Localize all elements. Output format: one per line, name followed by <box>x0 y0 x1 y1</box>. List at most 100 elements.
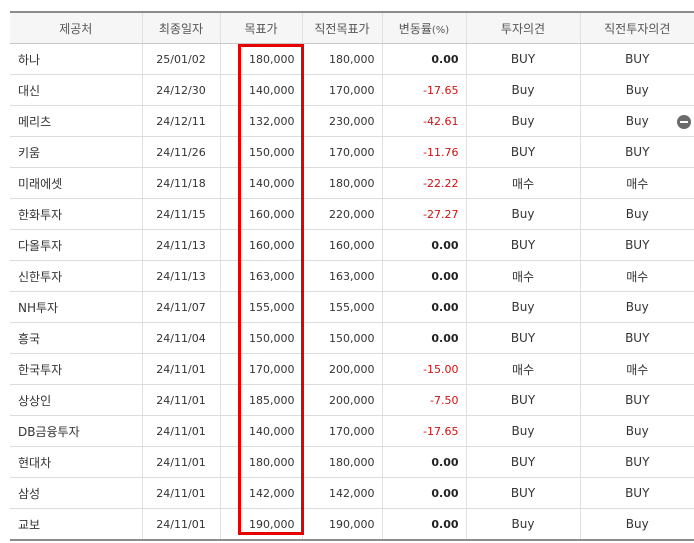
change-rate-cell: -22.22 <box>381 167 466 199</box>
prev-opinion-cell: BUY <box>579 136 694 168</box>
opinion-cell: Buy <box>465 415 580 447</box>
header-change: 변동률(%) <box>381 11 466 44</box>
prev-target-price-cell: 150,000 <box>301 322 382 354</box>
opinion-cell: 매수 <box>465 260 580 292</box>
opinion-cell: Buy <box>465 291 580 323</box>
change-rate-cell: -17.65 <box>381 415 466 447</box>
prev-target-price-cell: 163,000 <box>301 260 382 292</box>
target-price-cell: 140,000 <box>219 74 302 106</box>
date-cell: 24/11/04 <box>141 322 220 354</box>
broker-cell: 대신 <box>10 74 142 106</box>
target-price-cell: 180,000 <box>219 43 302 75</box>
change-rate-cell: 0.00 <box>381 260 466 292</box>
opinion-cell: BUY <box>465 229 580 261</box>
change-rate-cell: -17.65 <box>381 74 466 106</box>
table-row: 현대차 24/11/01 180,000 180,000 0.00 BUY BU… <box>10 446 694 478</box>
broker-cell: 하나 <box>10 43 142 75</box>
table-row: 한화투자 24/11/15 160,000 220,000 -27.27 Buy… <box>10 198 694 230</box>
change-rate-cell: 0.00 <box>381 322 466 354</box>
date-cell: 24/11/13 <box>141 260 220 292</box>
table-row: 교보 24/11/01 190,000 190,000 0.00 Buy Buy <box>10 508 694 541</box>
date-cell: 24/11/07 <box>141 291 220 323</box>
table-header-row: 제공처 최종일자 목표가 직전목표가 변동률(%) 투자의견 직전투자의견 <box>10 11 694 44</box>
header-change-unit: (%) <box>431 24 450 36</box>
broker-cell: 미래에셋 <box>10 167 142 199</box>
target-price-cell: 150,000 <box>219 322 302 354</box>
prev-opinion-cell: BUY <box>579 384 694 416</box>
date-cell: 24/11/26 <box>141 136 220 168</box>
target-price-cell: 170,000 <box>219 353 302 385</box>
prev-opinion-cell: Buy <box>579 415 694 447</box>
change-rate-cell: -7.50 <box>381 384 466 416</box>
broker-cell: NH투자 <box>10 291 142 323</box>
broker-cell: 상상인 <box>10 384 142 416</box>
header-date: 최종일자 <box>141 11 220 44</box>
target-price-cell: 185,000 <box>219 384 302 416</box>
header-target: 목표가 <box>219 11 302 44</box>
date-cell: 24/11/13 <box>141 229 220 261</box>
table-row: 상상인 24/11/01 185,000 200,000 -7.50 BUY B… <box>10 384 694 416</box>
broker-cell: DB금융투자 <box>10 415 142 447</box>
date-cell: 24/12/30 <box>141 74 220 106</box>
table-row: 메리츠 24/12/11 132,000 230,000 -42.61 Buy … <box>10 105 694 137</box>
prev-target-price-cell: 160,000 <box>301 229 382 261</box>
date-cell: 24/11/01 <box>141 446 220 478</box>
opinion-cell: 매수 <box>465 167 580 199</box>
table-row: 삼성 24/11/01 142,000 142,000 0.00 BUY BUY <box>10 477 694 509</box>
opinion-cell: 매수 <box>465 353 580 385</box>
change-rate-cell: 0.00 <box>381 229 466 261</box>
date-cell: 24/11/15 <box>141 198 220 230</box>
prev-opinion-cell: Buy <box>579 508 694 541</box>
opinion-cell: BUY <box>465 384 580 416</box>
broker-cell: 한국투자 <box>10 353 142 385</box>
broker-cell: 메리츠 <box>10 105 142 137</box>
opinion-cell: Buy <box>465 198 580 230</box>
prev-opinion-cell: Buy <box>579 198 694 230</box>
header-broker: 제공처 <box>10 11 142 44</box>
opinion-cell: Buy <box>465 508 580 541</box>
opinion-cell: BUY <box>465 322 580 354</box>
prev-target-price-cell: 155,000 <box>301 291 382 323</box>
header-change-label: 변동률 <box>398 21 432 36</box>
target-price-cell: 163,000 <box>219 260 302 292</box>
change-rate-cell: 0.00 <box>381 291 466 323</box>
change-rate-cell: 0.00 <box>381 43 466 75</box>
date-cell: 25/01/02 <box>141 43 220 75</box>
prev-target-price-cell: 170,000 <box>301 136 382 168</box>
prev-opinion-cell: BUY <box>579 446 694 478</box>
change-rate-cell: 0.00 <box>381 477 466 509</box>
prev-opinion-cell: BUY <box>579 477 694 509</box>
target-price-cell: 140,000 <box>219 415 302 447</box>
date-cell: 24/11/01 <box>141 508 220 541</box>
target-price-cell: 160,000 <box>219 229 302 261</box>
table-row: DB금융투자 24/11/01 140,000 170,000 -17.65 B… <box>10 415 694 447</box>
broker-cell: 한화투자 <box>10 198 142 230</box>
target-price-cell: 140,000 <box>219 167 302 199</box>
target-price-cell: 160,000 <box>219 198 302 230</box>
table-row: 키움 24/11/26 150,000 170,000 -11.76 BUY B… <box>10 136 694 168</box>
opinion-cell: BUY <box>465 136 580 168</box>
broker-cell: 신한투자 <box>10 260 142 292</box>
table-row: 신한투자 24/11/13 163,000 163,000 0.00 매수 매수 <box>10 260 694 292</box>
opinion-cell: BUY <box>465 477 580 509</box>
prev-target-price-cell: 180,000 <box>301 446 382 478</box>
header-prev-target: 직전목표가 <box>301 11 382 44</box>
date-cell: 24/11/01 <box>141 477 220 509</box>
target-price-cell: 155,000 <box>219 291 302 323</box>
date-cell: 24/11/18 <box>141 167 220 199</box>
header-prev-opinion: 직전투자의견 <box>579 11 694 44</box>
minus-circle-icon[interactable] <box>677 115 691 129</box>
target-price-cell: 180,000 <box>219 446 302 478</box>
prev-target-price-cell: 200,000 <box>301 384 382 416</box>
prev-opinion-cell: 매수 <box>579 260 694 292</box>
table-row: 미래에셋 24/11/18 140,000 180,000 -22.22 매수 … <box>10 167 694 199</box>
date-cell: 24/11/01 <box>141 384 220 416</box>
target-price-table: 제공처 최종일자 목표가 직전목표가 변동률(%) 투자의견 직전투자의견 하나… <box>10 11 694 541</box>
date-cell: 24/12/11 <box>141 105 220 137</box>
prev-opinion-cell: Buy <box>579 74 694 106</box>
prev-opinion-cell: 매수 <box>579 353 694 385</box>
table-row: 한국투자 24/11/01 170,000 200,000 -15.00 매수 … <box>10 353 694 385</box>
change-rate-cell: 0.00 <box>381 446 466 478</box>
header-opinion: 투자의견 <box>465 11 580 44</box>
change-rate-cell: 0.00 <box>381 508 466 541</box>
